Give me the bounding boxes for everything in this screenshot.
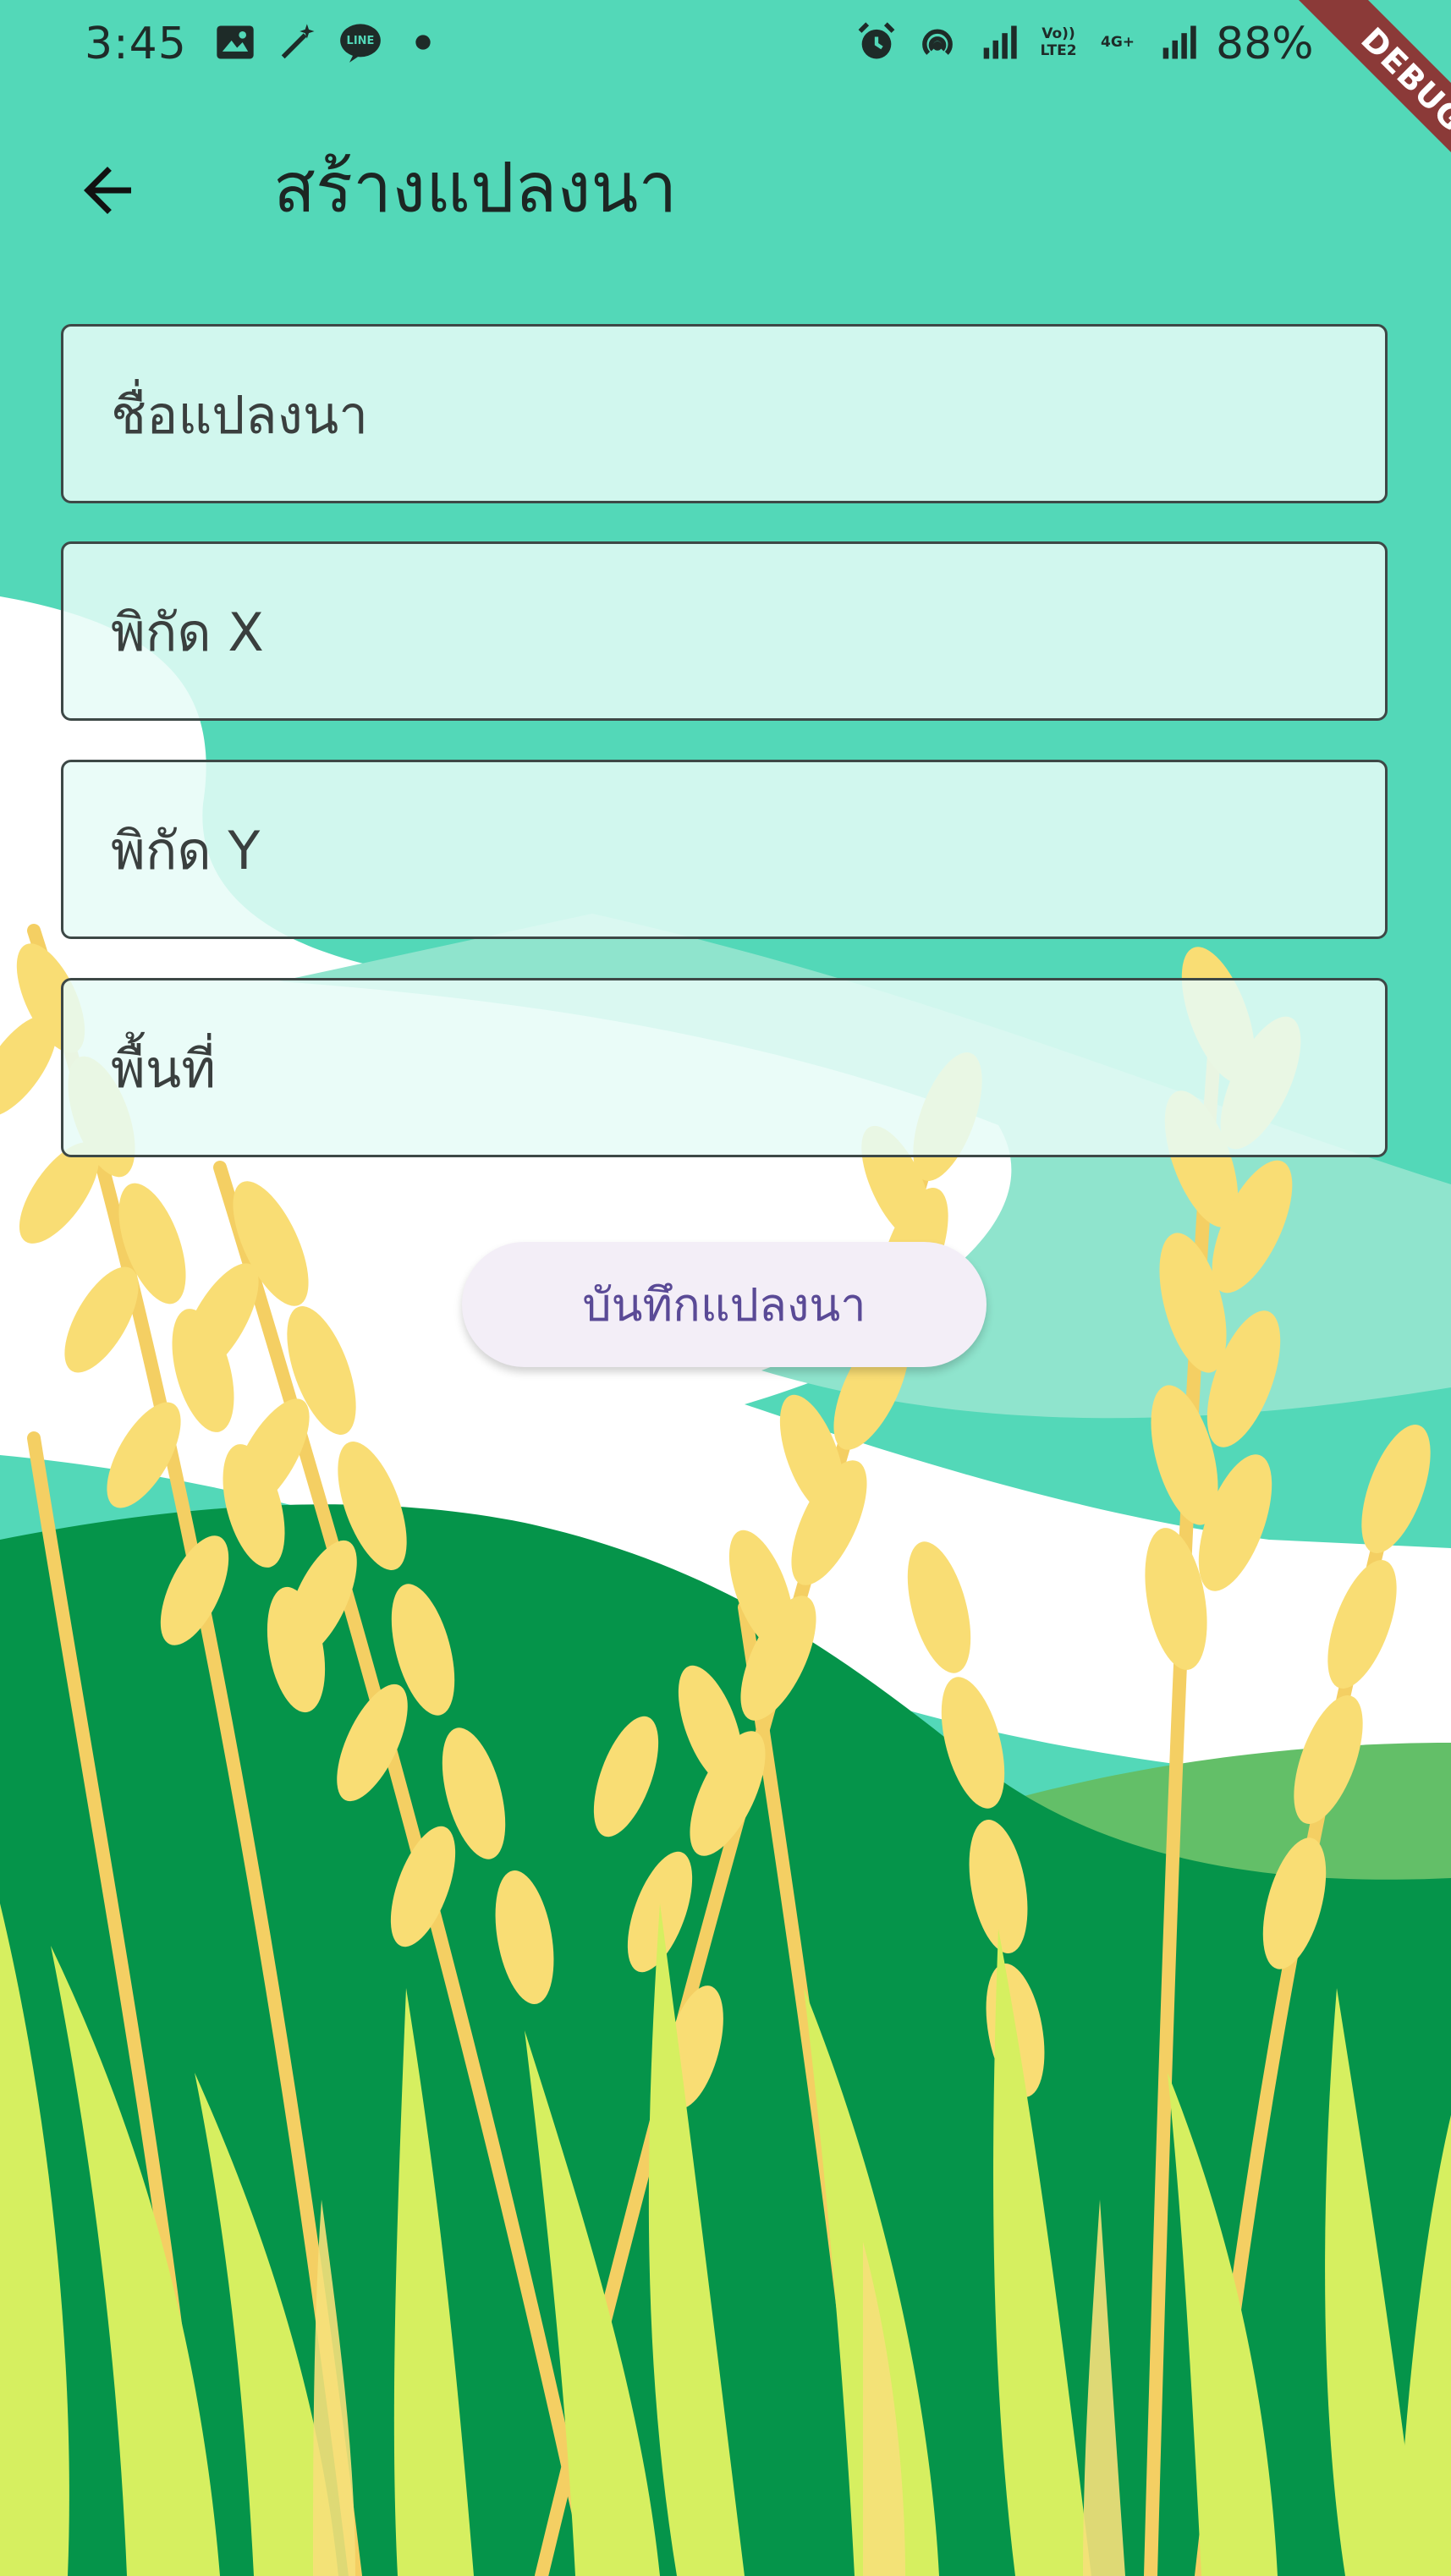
alarm-icon [858, 22, 895, 59]
back-button[interactable] [61, 144, 154, 237]
signal-icon [983, 25, 1017, 59]
page-title: สร้างแปลงนา [273, 148, 678, 228]
magic-wand-icon [281, 24, 315, 59]
line-app-icon: LINE [340, 24, 381, 63]
4g-icon: 4G+ [1100, 34, 1135, 51]
coordinate-x-container [61, 541, 1388, 721]
field-name-container [61, 324, 1388, 503]
volte-icon: Vo)) LTE2 [1040, 25, 1077, 59]
create-field-screen: 3:45 LINE Vo)) LTE2 4G+ 88% DEBUG สร้างแ… [0, 0, 1451, 2576]
hotspot-icon [922, 29, 953, 55]
arrow-left-icon [84, 167, 131, 214]
coordinate-x-input[interactable] [109, 544, 1348, 720]
area-input[interactable] [109, 980, 1348, 1156]
dot-icon [415, 35, 431, 50]
area-container [61, 978, 1388, 1157]
field-name-input[interactable] [109, 327, 1348, 503]
save-field-button[interactable]: บันทึกแปลงนา [462, 1242, 987, 1367]
signal-icon-2 [1162, 25, 1196, 59]
status-bar: 3:45 LINE Vo)) LTE2 4G+ 88% [0, 0, 1451, 93]
status-time: 3:45 [85, 19, 187, 69]
coordinate-y-input[interactable] [109, 762, 1348, 938]
coordinate-y-container [61, 760, 1388, 939]
image-icon [217, 25, 254, 59]
status-left-icons: LINE [213, 20, 445, 64]
status-right-icons: Vo)) LTE2 4G+ [855, 20, 1200, 64]
svg-text:LINE: LINE [347, 35, 375, 47]
battery-percent: 88% [1216, 19, 1314, 69]
